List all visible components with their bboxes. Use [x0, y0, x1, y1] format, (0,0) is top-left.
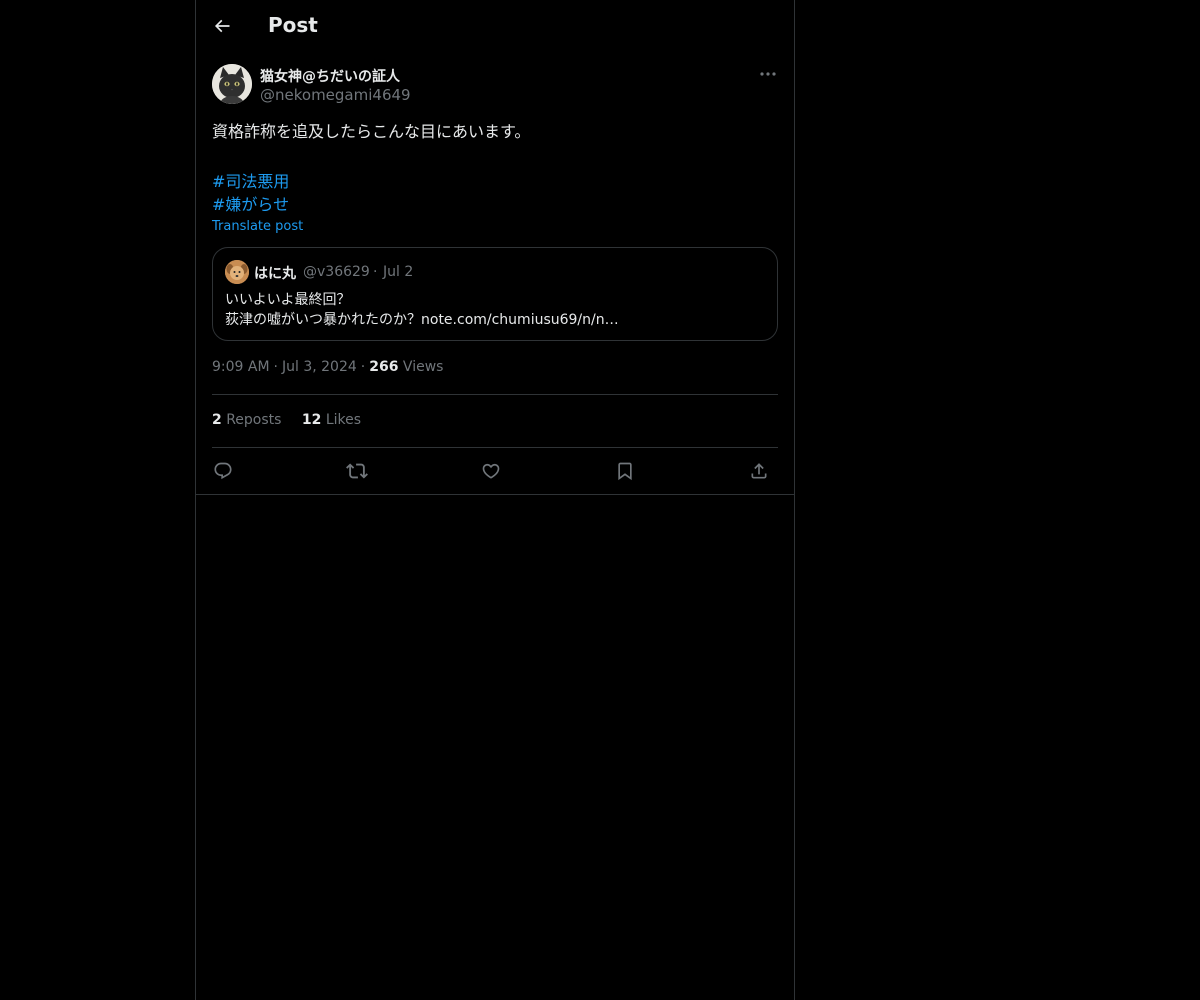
quote-avatar [225, 260, 249, 284]
separator: · [373, 264, 378, 280]
hashtag-link[interactable]: #司法悪用 [212, 168, 289, 192]
divider [212, 394, 778, 395]
hashtag-link[interactable]: #嫌がらせ [212, 191, 289, 215]
more-icon [760, 72, 776, 76]
share-button[interactable] [746, 458, 772, 484]
separator: · [273, 359, 278, 375]
page-title: Post [268, 13, 318, 37]
reply-button[interactable] [210, 458, 236, 484]
reposts-label: Reposts [226, 412, 282, 428]
bookmark-icon [618, 462, 632, 481]
quoted-post[interactable]: はに丸 @v36629 · Jul 2 いいよいよ最終回？ 荻津の嘘がいつ暴かれ… [212, 247, 778, 341]
quote-text-line: 荻津の嘘がいつ暴かれたのか？note.com/chumiusu69/n/n… [225, 312, 619, 328]
author-display-name[interactable]: 猫女神@ちだいの証人 [260, 66, 400, 86]
more-options-button[interactable] [754, 62, 782, 86]
post-author: 猫女神@ちだいの証人 @nekomegami4649 [212, 64, 778, 108]
bookmark-button[interactable] [612, 458, 638, 484]
share-icon [751, 463, 767, 479]
post-time[interactable]: 9:09 AM [212, 359, 270, 375]
views-label: Views [402, 359, 444, 375]
header: Post [196, 0, 794, 54]
avatar[interactable] [212, 64, 252, 104]
reply-icon [214, 462, 232, 480]
quote-handle: @v36629 [303, 264, 370, 280]
like-icon [482, 463, 500, 479]
likes-label: Likes [325, 412, 362, 428]
views-count: 266 [369, 359, 399, 375]
likes-stat[interactable]: 12 Likes [302, 412, 361, 428]
divider [196, 494, 794, 495]
repost-icon [346, 463, 368, 479]
post-stats: 2 Reposts 12 Likes [212, 412, 377, 428]
separator: · [360, 359, 366, 375]
divider [212, 447, 778, 448]
author-handle[interactable]: @nekomegami4649 [260, 86, 411, 104]
post-meta: 9:09 AM · Jul 3, 2024 · 266 Views [212, 359, 443, 375]
back-button[interactable] [204, 8, 240, 44]
dog-avatar [225, 260, 249, 284]
action-bar [212, 458, 778, 484]
likes-count: 12 [301, 412, 322, 428]
quote-text-line: いいよいよ最終回？ [225, 292, 351, 308]
reposts-stat[interactable]: 2 Reposts [212, 412, 281, 428]
post-column: Post 猫女神@ちだいの証人 @nekomegami4649 資格詐称を追及し… [195, 0, 795, 1000]
quote-display-name: はに丸 [254, 266, 296, 282]
arrow-left-icon [214, 19, 230, 33]
repost-button[interactable] [344, 458, 370, 484]
quote-date: Jul 2 [383, 264, 414, 280]
translate-post-link[interactable]: Translate post [212, 219, 303, 234]
post-text: 資格詐称を追及したらこんな目にあいます。 [212, 122, 531, 141]
reposts-count: 2 [212, 412, 222, 428]
cat-avatar [212, 64, 252, 104]
post-date[interactable]: Jul 3, 2024 [282, 359, 357, 375]
like-button[interactable] [478, 458, 504, 484]
